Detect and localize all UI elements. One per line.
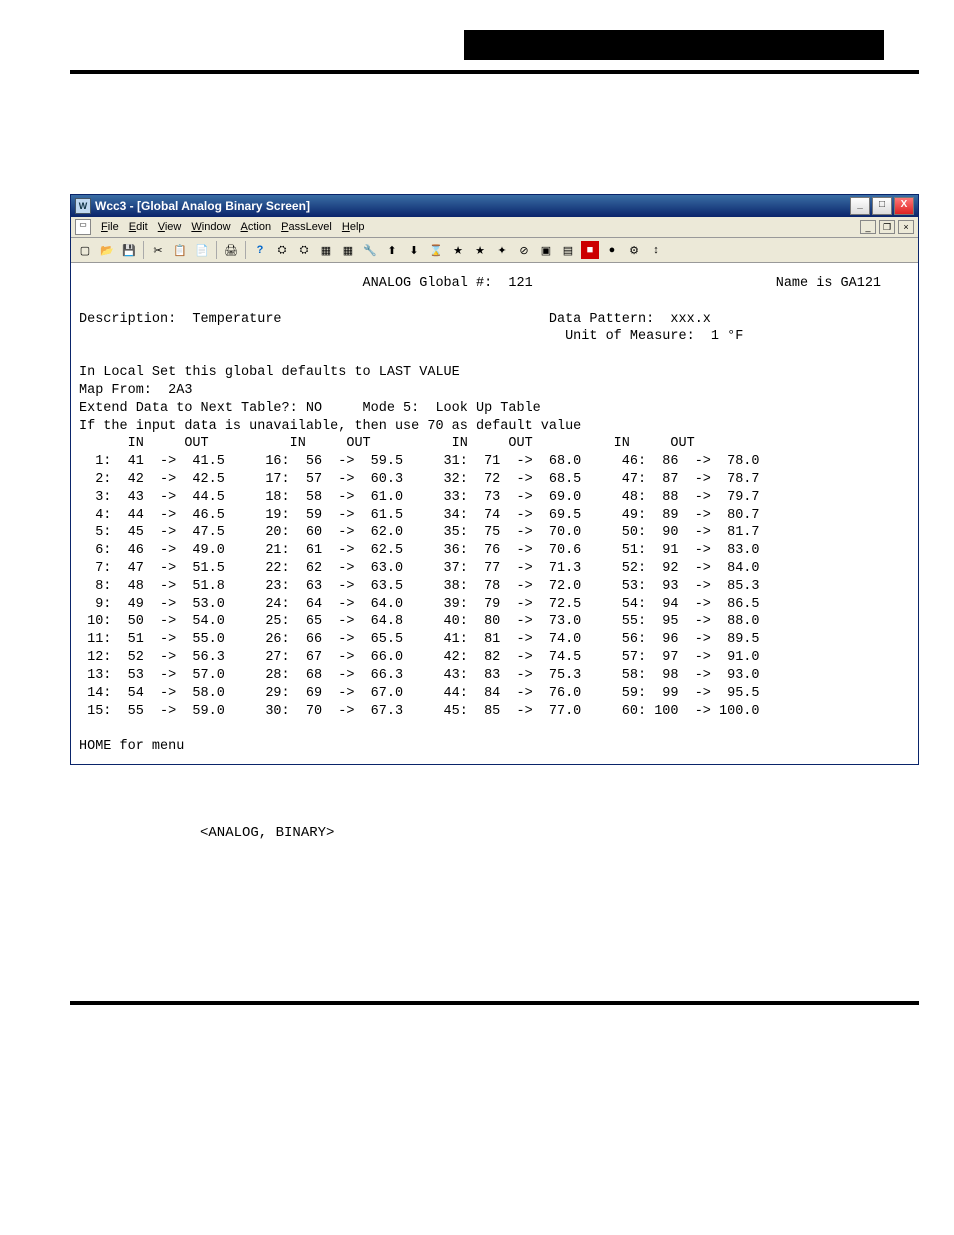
terminal-area[interactable]: ANALOG Global #: 121 Name is GA121 Descr…	[71, 263, 918, 764]
tool-icon[interactable]: ⬆	[382, 240, 402, 260]
menu-file[interactable]: File	[101, 221, 119, 233]
maximize-button[interactable]: □	[872, 197, 892, 215]
menu-help[interactable]: Help	[342, 221, 365, 233]
tool-icon[interactable]: ⊘	[514, 240, 534, 260]
toolbar-separator	[143, 241, 144, 259]
tool-icon[interactable]: ✦	[492, 240, 512, 260]
tool-icon[interactable]: 🔧	[360, 240, 380, 260]
tool-icon[interactable]: ▦	[338, 240, 358, 260]
header-black-bar	[464, 30, 884, 60]
paste-icon[interactable]: 📄	[192, 240, 212, 260]
tool-icon[interactable]: ▤	[558, 240, 578, 260]
toolbar: ▢ 📂 💾 ✂ 📋 📄 🖨 ? ⛭ ⛭ ▦ ▦ 🔧 ⬆ ⬇ ⌛ ★ ★ ✦ ⊘ …	[71, 238, 918, 263]
mdi-restore-button[interactable]: ❐	[879, 220, 895, 234]
bottom-rule	[70, 1001, 919, 1005]
doc-icon[interactable]: ▭	[75, 219, 91, 235]
app-icon: W	[75, 198, 91, 214]
tool-icon[interactable]: ⌛	[426, 240, 446, 260]
menu-window[interactable]: Window	[191, 221, 230, 233]
tool-icon[interactable]: ★	[448, 240, 468, 260]
cut-icon[interactable]: ✂	[148, 240, 168, 260]
menu-passlevel[interactable]: PassLevel	[281, 221, 332, 233]
stop-icon[interactable]: ■	[580, 240, 600, 260]
record-icon[interactable]: ●	[602, 240, 622, 260]
toolbar-separator	[245, 241, 246, 259]
tool-icon[interactable]: ⬇	[404, 240, 424, 260]
tool-icon[interactable]: ⛭	[272, 240, 292, 260]
close-button[interactable]: X	[894, 197, 914, 215]
tool-icon[interactable]: ★	[470, 240, 490, 260]
menu-view[interactable]: View	[158, 221, 182, 233]
title-bar[interactable]: W Wcc3 - [Global Analog Binary Screen] _…	[71, 195, 918, 217]
mdi-close-button[interactable]: ×	[898, 220, 914, 234]
tool-icon[interactable]: ⚙	[624, 240, 644, 260]
app-window: W Wcc3 - [Global Analog Binary Screen] _…	[70, 194, 919, 765]
window-title: Wcc3 - [Global Analog Binary Screen]	[95, 199, 310, 213]
toolbar-separator	[216, 241, 217, 259]
menu-bar: ▭ File Edit View Window Action PassLevel…	[71, 217, 918, 238]
help-icon[interactable]: ?	[250, 240, 270, 260]
print-icon[interactable]: 🖨	[221, 240, 241, 260]
mdi-minimize-button[interactable]: _	[860, 220, 876, 234]
new-icon[interactable]: ▢	[75, 240, 95, 260]
menu-action[interactable]: Action	[241, 221, 272, 233]
minimize-button[interactable]: _	[850, 197, 870, 215]
tool-icon[interactable]: ⛭	[294, 240, 314, 260]
save-icon[interactable]: 💾	[119, 240, 139, 260]
copy-icon[interactable]: 📋	[170, 240, 190, 260]
top-rule	[70, 70, 919, 74]
tool-icon[interactable]: ↕	[646, 240, 666, 260]
menu-edit[interactable]: Edit	[129, 221, 148, 233]
open-icon[interactable]: 📂	[97, 240, 117, 260]
figure-caption: <ANALOG, BINARY>	[200, 825, 919, 841]
tool-icon[interactable]: ▦	[316, 240, 336, 260]
tool-icon[interactable]: ▣	[536, 240, 556, 260]
